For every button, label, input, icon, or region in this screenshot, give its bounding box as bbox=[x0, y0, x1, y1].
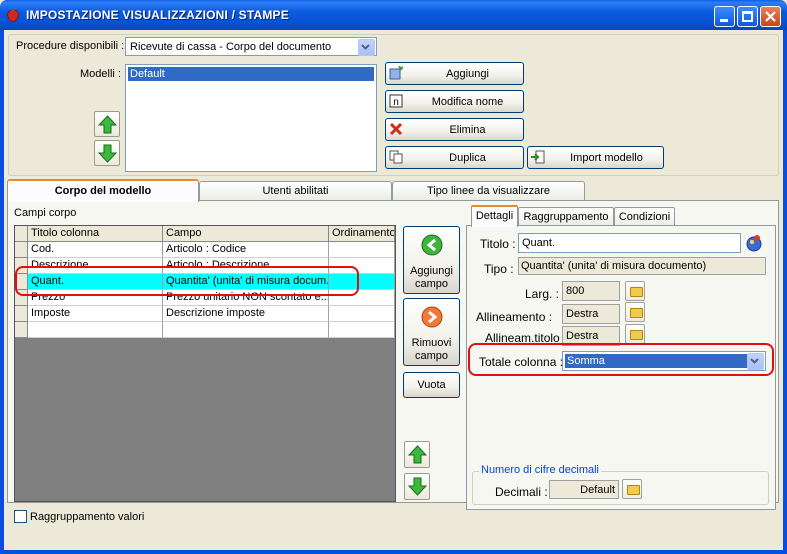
selected-row-highlight bbox=[15, 266, 359, 296]
arrow-up-icon bbox=[98, 115, 117, 134]
column-header-campo[interactable]: Campo bbox=[163, 226, 329, 242]
app-strawberry-icon bbox=[7, 8, 19, 22]
decimali-label: Decimali : bbox=[495, 485, 548, 499]
aggiungi-campo-button[interactable]: Aggiungi campo bbox=[403, 226, 460, 294]
color-palette-icon bbox=[746, 235, 762, 252]
campi-corpo-label: Campi corpo bbox=[14, 207, 77, 219]
vuota-label: Vuota bbox=[417, 379, 446, 391]
table-cell[interactable]: Cod. bbox=[28, 242, 163, 258]
window-frame-bottom bbox=[0, 550, 787, 554]
duplica-label: Duplica bbox=[449, 151, 486, 164]
elimina-label: Elimina bbox=[449, 123, 486, 136]
table-cell[interactable]: Descrizione imposte bbox=[163, 306, 329, 322]
rimuovi-campo-button[interactable]: Rimuovi campo bbox=[403, 298, 460, 366]
aggiungi-button[interactable]: Aggiungi bbox=[385, 62, 524, 85]
allineamento-folder-icon[interactable] bbox=[625, 302, 645, 322]
arrow-up-icon bbox=[408, 445, 427, 464]
table-cell[interactable] bbox=[329, 242, 395, 258]
move-model-down-button[interactable] bbox=[94, 140, 120, 166]
procedure-value: Ricevute di cassa - Corpo del documento bbox=[130, 41, 332, 53]
allineamento-value: Destra bbox=[566, 308, 599, 320]
larg-folder-icon[interactable] bbox=[625, 281, 645, 301]
modifica-nome-label: Modifica nome bbox=[431, 95, 504, 108]
allineam-titolo-value: Destra bbox=[566, 330, 599, 342]
arrow-down-icon bbox=[98, 144, 117, 163]
move-model-up-button[interactable] bbox=[94, 111, 120, 137]
close-button[interactable] bbox=[760, 6, 781, 27]
rimuovi-campo-label: Rimuovi campo bbox=[411, 337, 452, 362]
move-field-up-button[interactable] bbox=[404, 441, 430, 468]
modifica-nome-button[interactable]: n Modifica nome bbox=[385, 90, 524, 113]
tab-corpo-del-modello[interactable]: Corpo del modello bbox=[7, 179, 199, 202]
decimali-value: Default bbox=[580, 484, 615, 496]
larg-label: Larg. : bbox=[525, 287, 560, 301]
titolo-label: Titolo : bbox=[480, 237, 516, 251]
modelli-label: Modelli : bbox=[80, 68, 121, 80]
window-frame-left bbox=[0, 30, 4, 554]
tipo-value: Quantita' (unita' di misura documento) bbox=[521, 260, 707, 272]
row-header[interactable] bbox=[15, 322, 28, 338]
window-frame-right bbox=[783, 30, 787, 554]
move-field-down-button[interactable] bbox=[404, 473, 430, 500]
close-icon bbox=[765, 11, 776, 22]
tab-tipo-linee[interactable]: Tipo linee da visualizzare bbox=[392, 181, 585, 201]
vuota-button[interactable]: Vuota bbox=[403, 372, 460, 398]
tab-utenti-abilitati[interactable]: Utenti abilitati bbox=[199, 181, 392, 201]
column-header-ordinamento[interactable]: Ordinamento bbox=[329, 226, 395, 242]
window-title: IMPOSTAZIONE VISUALIZZAZIONI / STAMPE bbox=[26, 8, 289, 22]
modelli-item[interactable]: Default bbox=[128, 67, 374, 81]
tipo-field: Quantita' (unita' di misura documento) bbox=[518, 257, 766, 275]
procedure-label: Procedure disponibili : bbox=[16, 40, 125, 52]
table-cell[interactable]: Articolo : Codice bbox=[163, 242, 329, 258]
decimali-group-title: Numero di cifre decimali bbox=[479, 464, 601, 476]
color-picker-button[interactable] bbox=[744, 233, 764, 253]
table-cell[interactable] bbox=[329, 322, 395, 338]
tab-condizioni[interactable]: Condizioni bbox=[614, 207, 675, 226]
modelli-list[interactable]: Default bbox=[125, 64, 377, 172]
row-header[interactable] bbox=[15, 242, 28, 258]
totale-colonna-highlight bbox=[468, 343, 774, 376]
titolo-input[interactable]: Quant. bbox=[518, 233, 741, 253]
grid-corner bbox=[15, 226, 28, 242]
allineam-titolo-folder-icon[interactable] bbox=[625, 324, 645, 344]
table-cell[interactable]: Imposte bbox=[28, 306, 163, 322]
raggruppamento-valori-checkbox[interactable] bbox=[14, 510, 27, 523]
maximize-icon bbox=[742, 11, 753, 22]
procedure-select[interactable]: Ricevute di cassa - Corpo del documento bbox=[125, 37, 377, 56]
tipo-label: Tipo : bbox=[484, 262, 514, 276]
raggruppamento-valori-label: Raggruppamento valori bbox=[30, 511, 145, 523]
chevron-down-icon[interactable] bbox=[358, 39, 375, 56]
minimize-button[interactable] bbox=[714, 6, 735, 27]
import-modello-button[interactable]: Import modello bbox=[527, 146, 664, 169]
allineamento-label: Allineamento : bbox=[476, 310, 553, 324]
arrow-left-icon bbox=[421, 234, 443, 256]
maximize-button[interactable] bbox=[737, 6, 758, 27]
column-header-titolo[interactable]: Titolo colonna bbox=[28, 226, 163, 242]
decimali-folder-icon[interactable] bbox=[622, 479, 642, 499]
arrow-right-icon bbox=[421, 306, 443, 328]
import-modello-label: Import modello bbox=[570, 151, 643, 164]
table-cell[interactable] bbox=[329, 306, 395, 322]
decimali-field[interactable]: Default bbox=[549, 480, 619, 499]
minimize-icon bbox=[720, 19, 728, 22]
larg-field[interactable]: 800 bbox=[562, 281, 620, 301]
elimina-button[interactable]: Elimina bbox=[385, 118, 524, 141]
larg-value: 800 bbox=[566, 285, 585, 297]
aggiungi-label: Aggiungi bbox=[446, 67, 489, 80]
table-cell[interactable] bbox=[28, 322, 163, 338]
allineamento-field[interactable]: Destra bbox=[562, 304, 620, 324]
aggiungi-campo-label: Aggiungi campo bbox=[410, 265, 453, 290]
duplica-button[interactable]: Duplica bbox=[385, 146, 524, 169]
tab-raggruppamento[interactable]: Raggruppamento bbox=[518, 207, 614, 226]
row-header[interactable] bbox=[15, 306, 28, 322]
tab-dettagli[interactable]: Dettagli bbox=[471, 205, 518, 227]
arrow-down-icon bbox=[408, 477, 427, 496]
titolo-value: Quant. bbox=[522, 237, 556, 249]
table-cell[interactable] bbox=[163, 322, 329, 338]
